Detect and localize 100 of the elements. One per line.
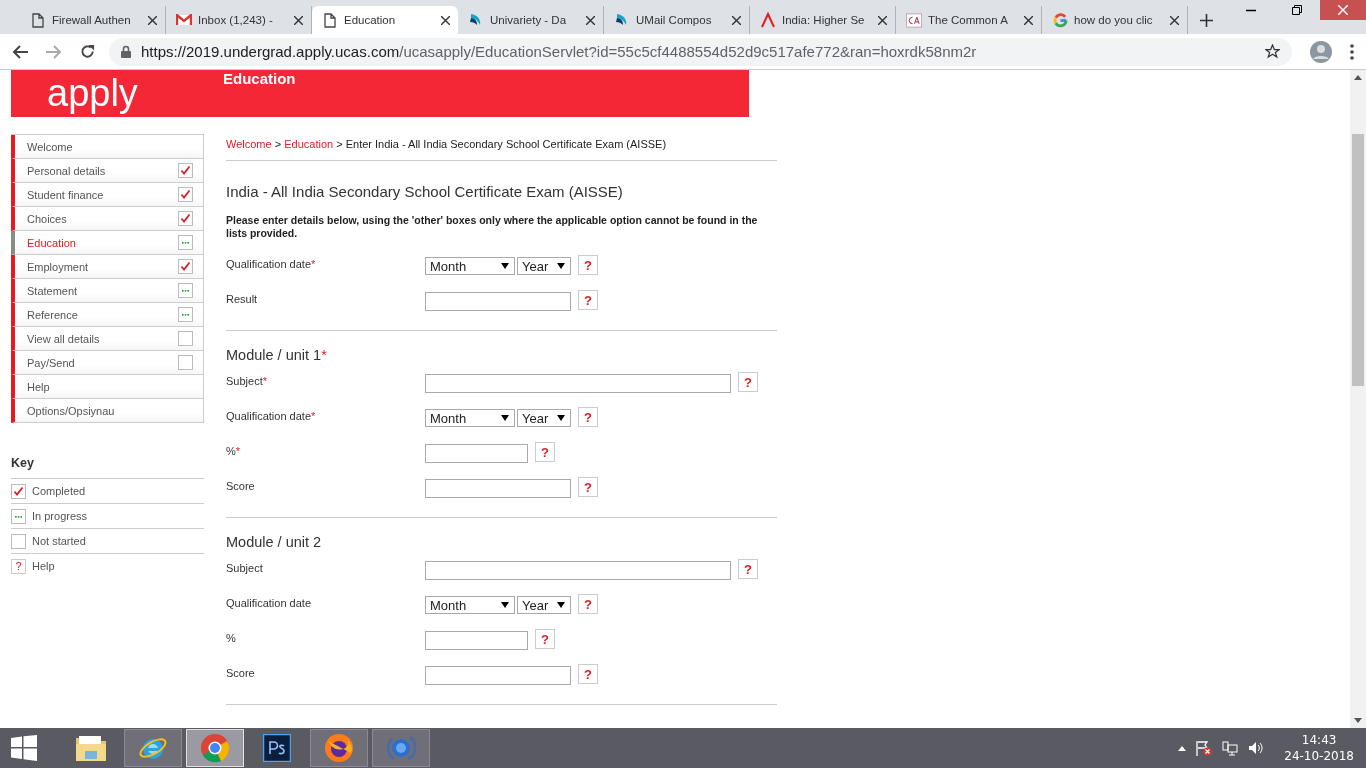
field-label: Score (226, 479, 256, 494)
help-button[interactable]: ? (738, 559, 758, 579)
sidebar-item[interactable]: Employment (11, 255, 204, 279)
help-button[interactable]: ? (578, 255, 598, 275)
close-icon[interactable] (878, 15, 887, 25)
clock-date[interactable]: 24-10-2018 (1284, 748, 1354, 764)
key-label: Completed (32, 485, 86, 497)
scrollbar-thumb[interactable] (1352, 134, 1364, 386)
close-icon[interactable] (1170, 15, 1179, 25)
key-label: Help (32, 560, 55, 572)
sidebar-item[interactable]: Pay/Send (11, 351, 204, 375)
sidebar-item[interactable]: Options/Opsiynau (11, 399, 204, 423)
text-field[interactable] (425, 561, 731, 580)
taskbar-app[interactable] (124, 729, 182, 767)
section-title: Module / unit 1* (226, 347, 328, 363)
sidebar-item[interactable]: Student finance (11, 183, 204, 207)
year-dropdown[interactable]: Year (517, 409, 571, 427)
key-heading: Key (11, 456, 35, 470)
flag-alert-icon[interactable] (1196, 740, 1213, 756)
bookmark-star-icon[interactable] (1265, 44, 1280, 59)
show-hidden-icon[interactable] (1178, 745, 1187, 751)
empty-checkbox-icon (178, 355, 193, 370)
google-icon (1052, 12, 1068, 28)
address-bar[interactable]: https://2019.undergrad.apply.ucas.com/ucasapply/EducationServlet?id=55c5cf4488554d52d9c517afe772&ran=hoxrdk58nm2r (109, 37, 1292, 66)
help-button[interactable]: ? (738, 372, 758, 392)
close-icon[interactable] (294, 15, 303, 25)
avatar-icon[interactable] (1310, 40, 1332, 63)
folder-icon (75, 734, 107, 762)
text-field[interactable] (425, 479, 571, 498)
help-button[interactable]: ? (578, 290, 598, 310)
mail-icon (176, 14, 192, 26)
browser-tab[interactable]: Education (312, 6, 458, 34)
new-tab-icon[interactable] (1200, 13, 1213, 27)
help-button[interactable]: ? (535, 442, 555, 462)
close-icon[interactable] (1024, 15, 1033, 25)
sidebar-item[interactable]: Welcome (11, 135, 204, 159)
empty-checkbox-icon (178, 331, 193, 346)
ca-logo-icon (906, 12, 922, 28)
text-field[interactable] (425, 374, 731, 393)
section-name: Education (223, 70, 296, 88)
text-field[interactable] (425, 631, 528, 650)
sidebar-item[interactable]: Help (11, 375, 204, 399)
completed-check-icon (178, 211, 193, 226)
sidebar-item[interactable]: Statement (11, 279, 204, 303)
breadcrumb-link[interactable]: Welcome (226, 138, 272, 150)
logo-text: apply (47, 71, 139, 116)
completed-check-icon (11, 483, 26, 499)
page-heading: India - All India Secondary School Certificate Exam (AISSE) (226, 183, 624, 200)
network-icon[interactable] (1222, 740, 1239, 756)
back-icon[interactable] (12, 44, 28, 59)
completed-check-icon (178, 187, 193, 202)
scrollbar[interactable] (1350, 70, 1366, 728)
field-label: %* (226, 444, 242, 459)
scroll-up-icon[interactable] (1354, 75, 1362, 80)
help-button[interactable]: ? (578, 594, 598, 614)
sidebar-item[interactable]: Choices (11, 207, 204, 231)
windows-start-icon[interactable] (11, 735, 37, 761)
text-field[interactable] (425, 292, 571, 311)
field-label: Qualification date (226, 596, 312, 611)
caret-icon (760, 12, 776, 28)
sync-globe-icon (386, 733, 416, 763)
help-button[interactable]: ? (578, 407, 598, 427)
page-icon (32, 12, 44, 28)
help-button[interactable]: ? (578, 664, 598, 684)
scroll-down-icon[interactable] (1354, 718, 1362, 723)
text-field[interactable] (425, 444, 528, 463)
field-label: Qualification date* (226, 409, 317, 424)
dropdown-arrow-icon (501, 602, 509, 608)
sidebar-item[interactable]: Reference (11, 303, 204, 327)
month-dropdown[interactable]: Month (425, 257, 515, 275)
year-dropdown[interactable]: Year (517, 596, 571, 614)
breadcrumb-text: > (336, 138, 343, 150)
photoshop-icon (263, 734, 291, 762)
field-label: % (226, 631, 237, 646)
sidebar-item[interactable]: View all details (11, 327, 204, 351)
in-progress-icon (178, 307, 193, 322)
sidebar-item[interactable]: Personal details (11, 159, 204, 183)
month-dropdown[interactable]: Month (425, 596, 515, 614)
dropdown-arrow-icon (557, 263, 565, 269)
breadcrumb-link[interactable]: Education (284, 138, 334, 150)
month-dropdown[interactable]: Month (425, 409, 515, 427)
dropdown-arrow-icon (501, 415, 509, 421)
close-icon[interactable] (148, 15, 157, 25)
field-label: Subject* (226, 374, 268, 389)
close-icon[interactable] (732, 15, 741, 25)
sidebar-item[interactable]: Education (11, 231, 204, 255)
menu-icon[interactable] (1350, 43, 1354, 60)
close-icon[interactable] (586, 15, 595, 25)
help-button[interactable]: ? (578, 477, 598, 497)
volume-icon[interactable] (1248, 741, 1265, 755)
restore-icon[interactable] (1292, 5, 1302, 15)
reload-icon[interactable] (80, 44, 95, 59)
clock-time[interactable]: 14:43 (1301, 732, 1337, 748)
taskbar-app[interactable] (310, 729, 368, 767)
field-label: Score (226, 666, 256, 681)
year-dropdown[interactable]: Year (517, 257, 571, 275)
lock-icon (121, 45, 131, 58)
text-field[interactable] (425, 666, 571, 685)
close-icon[interactable] (441, 15, 450, 25)
help-button[interactable]: ? (535, 629, 555, 649)
